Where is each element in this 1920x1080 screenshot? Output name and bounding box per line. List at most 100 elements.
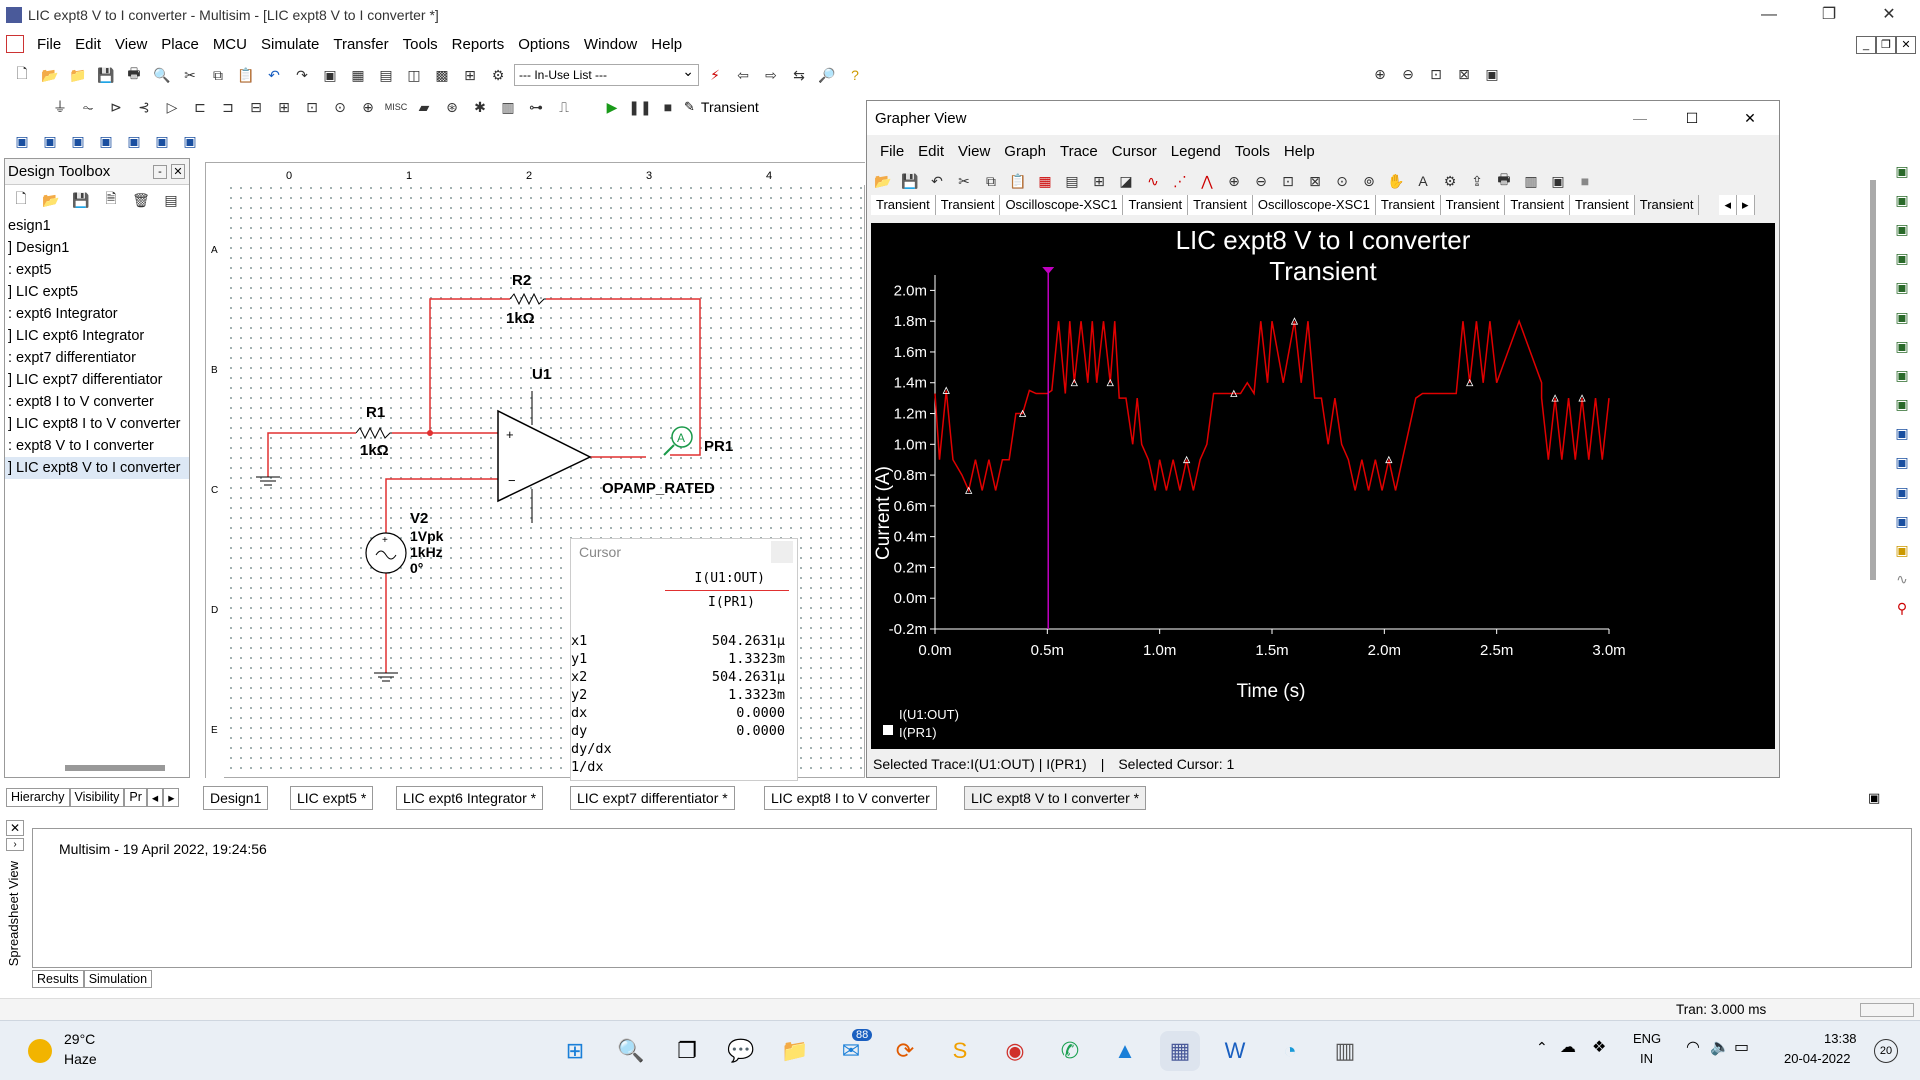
g-pan-icon[interactable]: ✋: [1384, 169, 1408, 193]
mdi-close-button[interactable]: ✕: [1896, 36, 1916, 54]
tektronix-icon[interactable]: ∿: [1890, 569, 1914, 591]
g-undo-icon[interactable]: ↶: [925, 169, 949, 193]
spreadsheet-icon[interactable]: ▦: [346, 63, 370, 87]
copy-icon[interactable]: ⧉: [206, 63, 230, 87]
function-generator-icon[interactable]: ▣: [1890, 189, 1914, 211]
weather-sun-icon[interactable]: [28, 1039, 52, 1063]
grapher-menu-help[interactable]: Help: [1277, 143, 1322, 160]
paste-icon[interactable]: 📋: [234, 63, 258, 87]
toolbox-open-icon[interactable]: 📂: [39, 188, 63, 212]
grapher-tab[interactable]: Transient: [871, 195, 936, 215]
grapher-tab[interactable]: Transient: [1440, 195, 1506, 215]
diode-icon[interactable]: ⊳: [104, 95, 128, 119]
search-icon[interactable]: 🔍: [611, 1031, 651, 1071]
tree-item[interactable]: : expt8 I to V converter: [5, 391, 189, 413]
ttl-icon[interactable]: ⊏: [188, 95, 212, 119]
open-icon[interactable]: 📂: [38, 63, 62, 87]
language-1[interactable]: ENG: [1633, 1031, 1661, 1046]
grapher-tab[interactable]: Oscilloscope-XSC1: [1252, 195, 1376, 215]
spreadsheet-pin-icon[interactable]: ›: [6, 838, 24, 851]
mixed-icon[interactable]: ⊡: [300, 95, 324, 119]
g-markers-icon[interactable]: ⋀: [1195, 169, 1219, 193]
tree-item[interactable]: ] LIC expt5: [5, 281, 189, 303]
grapher-menu-file[interactable]: File: [873, 143, 911, 160]
sheet-tab-design1[interactable]: Design1: [203, 786, 269, 810]
grapher-menu-edit[interactable]: Edit: [911, 143, 951, 160]
tree-item[interactable]: : expt5: [5, 259, 189, 281]
menu-edit[interactable]: Edit: [68, 36, 108, 53]
new-icon[interactable]: 🗋: [10, 63, 34, 87]
grapher-menu-graph[interactable]: Graph: [997, 143, 1053, 160]
wire-r1-ground[interactable]: [267, 432, 316, 477]
undo-icon[interactable]: ↶: [262, 63, 286, 87]
battery-icon[interactable]: ▭: [1734, 1037, 1749, 1057]
indicator-icon[interactable]: ⊙: [328, 95, 352, 119]
tabs-scroll-left[interactable]: ◂: [146, 788, 164, 807]
tree-item[interactable]: ] LIC expt7 differentiator: [5, 369, 189, 391]
postprocessor-icon[interactable]: ▩: [430, 63, 454, 87]
instrument2-icon[interactable]: ▣: [38, 129, 62, 153]
sheet-tab-expt7[interactable]: LIC expt7 differentiator *: [570, 786, 735, 810]
tree-item[interactable]: ] LIC expt8 V to I converter: [5, 457, 189, 479]
spreadsheet-close-icon[interactable]: ✕: [6, 820, 24, 836]
transistor-icon[interactable]: ⊰: [132, 95, 156, 119]
legend-trace-2[interactable]: I(PR1): [899, 725, 937, 740]
g-cursors-icon[interactable]: ⊞: [1087, 169, 1111, 193]
g-print-icon[interactable]: 🖶: [1492, 169, 1516, 193]
help-icon[interactable]: ?: [843, 63, 867, 87]
workspace-scrollbar[interactable]: [1870, 180, 1876, 580]
iv-analyzer-icon[interactable]: ▣: [1890, 423, 1914, 445]
in-use-list-combo[interactable]: --- In-Use List ---: [514, 61, 699, 86]
instrument1-icon[interactable]: ▣: [10, 129, 34, 153]
spectrum-analyzer-icon[interactable]: ▣: [1890, 481, 1914, 503]
wire-noninv[interactable]: [385, 478, 498, 533]
analysis-label[interactable]: Transient: [701, 99, 759, 115]
tabs-scroll-right[interactable]: ▸: [163, 788, 180, 807]
bus-icon[interactable]: ⎍: [552, 95, 576, 119]
g-zoom-fit-icon[interactable]: ⊠: [1303, 169, 1327, 193]
redo-icon[interactable]: ↷: [290, 63, 314, 87]
menu-tools[interactable]: Tools: [396, 36, 445, 53]
chrome-icon[interactable]: ◉: [995, 1031, 1035, 1071]
logic-converter-icon[interactable]: ▣: [1890, 394, 1914, 416]
tab-simulation[interactable]: Simulation: [83, 970, 153, 988]
g-paste-icon[interactable]: 📋: [1006, 169, 1030, 193]
grapher-tab[interactable]: Transient: [1188, 195, 1253, 215]
frequency-counter-icon[interactable]: ▣: [1890, 306, 1914, 328]
sync-icon[interactable]: ⟳: [885, 1031, 925, 1071]
zoom-area-icon[interactable]: ⊡: [1424, 62, 1448, 86]
source-icon[interactable]: ⏚: [48, 95, 72, 119]
toolbox-close-icon[interactable]: ✕: [171, 164, 185, 179]
wattmeter-icon[interactable]: ▣: [1890, 218, 1914, 240]
instrument5-icon[interactable]: ▣: [122, 129, 146, 153]
cut-icon[interactable]: ✂: [178, 63, 202, 87]
tree-item[interactable]: : expt8 V to I converter: [5, 435, 189, 457]
notification-badge[interactable]: 20: [1874, 1039, 1898, 1063]
minimize-button[interactable]: —: [1746, 0, 1792, 30]
dropbox-icon[interactable]: ❖: [1592, 1037, 1606, 1057]
menu-mcu[interactable]: MCU: [206, 36, 254, 53]
g-export-icon[interactable]: ⇪: [1465, 169, 1489, 193]
g-zoom-area-icon[interactable]: ⊡: [1276, 169, 1300, 193]
toolbox-new-icon[interactable]: 🗋: [9, 188, 33, 212]
grapher-tab[interactable]: Transient: [1505, 195, 1571, 215]
g-legend-icon[interactable]: ▤: [1060, 169, 1084, 193]
toggle-toolbox-icon[interactable]: ▣: [318, 63, 342, 87]
analysis-icon[interactable]: ✎: [684, 99, 695, 115]
legend-trace-1[interactable]: I(U1:OUT): [899, 707, 959, 722]
menu-file[interactable]: File: [30, 36, 68, 53]
cmos-icon[interactable]: ⊐: [216, 95, 240, 119]
word-generator-icon[interactable]: ▣: [1890, 335, 1914, 357]
analog-icon[interactable]: ▷: [160, 95, 184, 119]
transient-plot[interactable]: LIC expt8 V to I converter Transient Tim…: [871, 223, 1775, 749]
mdi-minimize-button[interactable]: _: [1856, 36, 1876, 54]
toolbox-new-sheet-icon[interactable]: 🗎: [99, 188, 123, 212]
sheet-tab-expt6[interactable]: LIC expt6 Integrator *: [396, 786, 544, 810]
hierarchical-icon[interactable]: ⊶: [524, 95, 548, 119]
sheet-tab-expt5[interactable]: LIC expt5 *: [290, 786, 374, 810]
grapher-menu-legend[interactable]: Legend: [1164, 143, 1228, 160]
tree-item[interactable]: : expt7 differentiator: [5, 347, 189, 369]
grapher-menu-trace[interactable]: Trace: [1053, 143, 1105, 160]
g-cut-icon[interactable]: ✂: [952, 169, 976, 193]
g-points-icon[interactable]: ⋰: [1168, 169, 1192, 193]
